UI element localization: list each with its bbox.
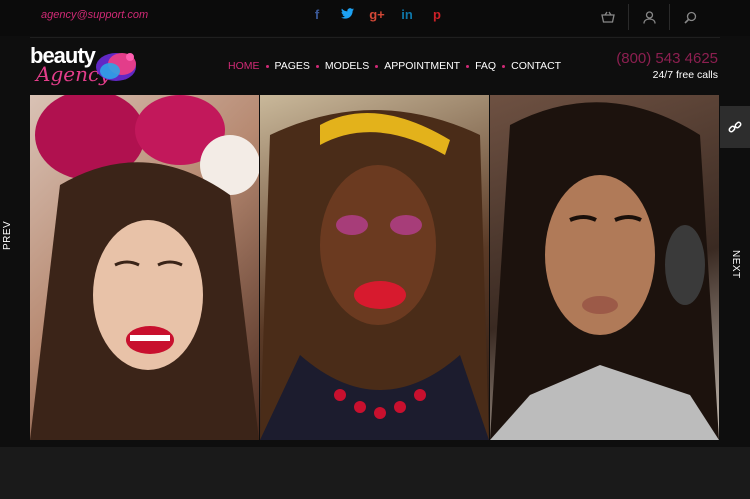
- nav-item-contact[interactable]: Contact: [511, 60, 561, 72]
- nav-item-home[interactable]: Home: [228, 60, 260, 72]
- nav-item-models[interactable]: Models: [325, 60, 369, 72]
- page-bottom-band: [0, 447, 750, 499]
- phone-block: (800) 543 4625 24/7 free calls: [616, 50, 718, 81]
- user-icon: [642, 10, 656, 24]
- account-button[interactable]: [628, 4, 669, 30]
- phone-number[interactable]: (800) 543 4625: [616, 50, 718, 67]
- header-divider: [30, 37, 720, 38]
- support-email-link[interactable]: agency@support.com: [41, 9, 148, 21]
- link-icon: [728, 121, 742, 133]
- nav-item-pages[interactable]: Pages: [275, 60, 310, 72]
- search-button[interactable]: [669, 4, 710, 30]
- slide-image[interactable]: [490, 95, 719, 440]
- logo-splash-graphic: [96, 53, 136, 81]
- slider-next-button[interactable]: NEXT: [730, 250, 741, 279]
- linkedin-icon[interactable]: in: [392, 7, 422, 22]
- facebook-icon[interactable]: f: [302, 7, 332, 22]
- nav-item-appointment[interactable]: Appointment: [384, 60, 460, 72]
- google-plus-icon[interactable]: g+: [362, 7, 392, 22]
- phone-subtitle: 24/7 free calls: [652, 69, 718, 81]
- slide-image[interactable]: [30, 95, 259, 440]
- main-navigation: Home Pages Models Appointment FAQ Contac…: [228, 60, 561, 72]
- link-side-button[interactable]: [720, 106, 750, 148]
- social-links: f g+ in p: [302, 7, 452, 22]
- header-tools: [588, 4, 710, 30]
- nav-separator: [315, 64, 319, 68]
- portrait-photo: [490, 102, 719, 440]
- top-bar: agency@support.com f g+ in p: [0, 0, 750, 36]
- slider-prev-button[interactable]: PREV: [2, 221, 13, 250]
- portrait-photo: [30, 95, 259, 440]
- portrait-photo: [260, 110, 489, 440]
- nav-separator: [466, 64, 470, 68]
- twitter-icon[interactable]: [332, 7, 362, 22]
- nav-item-faq[interactable]: FAQ: [475, 60, 496, 72]
- logo[interactable]: beauty Agency: [30, 43, 140, 89]
- search-icon: [683, 11, 696, 24]
- nav-separator: [265, 64, 269, 68]
- image-slider: [30, 95, 719, 440]
- cart-button[interactable]: [588, 4, 628, 30]
- pinterest-icon[interactable]: p: [422, 7, 452, 22]
- nav-separator: [502, 64, 506, 68]
- nav-separator: [375, 64, 379, 68]
- basket-icon: [601, 11, 615, 23]
- slide-image[interactable]: [260, 95, 489, 440]
